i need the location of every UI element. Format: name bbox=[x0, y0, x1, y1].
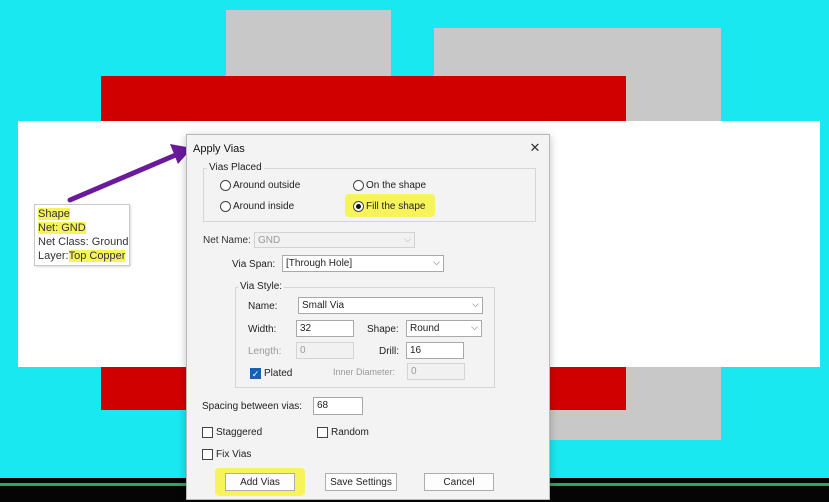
plated-checkbox[interactable]: ✓ bbox=[250, 368, 261, 379]
net-name-label: Net Name: bbox=[203, 235, 251, 246]
add-vias-button[interactable]: Add Vias bbox=[225, 473, 295, 491]
radio-around-outside-label[interactable]: Around outside bbox=[233, 180, 300, 191]
length-input: 0 bbox=[296, 342, 354, 359]
shape-value: Round bbox=[410, 323, 440, 334]
radio-fill-the-shape[interactable] bbox=[353, 201, 364, 212]
radio-around-inside[interactable] bbox=[220, 201, 231, 212]
staggered-label[interactable]: Staggered bbox=[216, 427, 262, 438]
shape-label: Shape: bbox=[367, 324, 399, 335]
net-name-value: GND bbox=[258, 235, 281, 246]
cancel-button[interactable]: Cancel bbox=[424, 473, 494, 491]
via-span-label: Via Span: bbox=[232, 259, 276, 270]
length-label: Length: bbox=[248, 346, 282, 357]
spacing-input[interactable]: 68 bbox=[313, 397, 363, 415]
radio-around-outside[interactable] bbox=[220, 180, 231, 191]
via-name-value: Small Via bbox=[302, 300, 345, 311]
plated-label[interactable]: Plated bbox=[264, 368, 292, 379]
chevron-down-icon: ⌵ bbox=[404, 234, 411, 244]
shape-select[interactable]: Round ⌵ bbox=[406, 320, 482, 337]
tooltip-layer-label: Layer: bbox=[38, 250, 69, 262]
via-name-select[interactable]: Small Via ⌵ bbox=[298, 297, 483, 314]
inner-diameter-input: 0 bbox=[407, 363, 465, 380]
radio-fill-the-shape-label[interactable]: Fill the shape bbox=[366, 201, 425, 212]
annotation-arrow-icon bbox=[67, 144, 192, 203]
close-icon[interactable]: ✕ bbox=[527, 140, 543, 156]
tooltip-net-class: Net Class: Ground bbox=[38, 236, 129, 248]
tooltip-net: Net: GND bbox=[38, 222, 86, 234]
fix-vias-label[interactable]: Fix Vias bbox=[216, 449, 251, 460]
via-span-value: [Through Hole] bbox=[286, 258, 353, 269]
chevron-down-icon: ⌵ bbox=[472, 299, 479, 309]
apply-vias-dialog: Apply Vias ✕ Vias Placed Around outside … bbox=[186, 134, 550, 500]
chevron-down-icon: ⌵ bbox=[471, 322, 478, 332]
spacing-label: Spacing between vias: bbox=[202, 401, 303, 412]
net-name-select: GND ⌵ bbox=[254, 232, 415, 248]
random-label[interactable]: Random bbox=[331, 427, 369, 438]
staggered-checkbox[interactable] bbox=[202, 427, 213, 438]
tooltip-layer-value: Top Copper bbox=[68, 250, 126, 262]
radio-on-the-shape[interactable] bbox=[353, 180, 364, 191]
via-span-select[interactable]: [Through Hole] ⌵ bbox=[282, 255, 444, 272]
radio-around-inside-label[interactable]: Around inside bbox=[233, 201, 294, 212]
drill-input[interactable]: 16 bbox=[406, 342, 464, 359]
radio-on-the-shape-label[interactable]: On the shape bbox=[366, 180, 426, 191]
via-style-legend: Via Style: bbox=[238, 281, 285, 292]
fix-vias-checkbox[interactable] bbox=[202, 449, 213, 460]
drill-label: Drill: bbox=[379, 346, 399, 357]
dialog-title: Apply Vias bbox=[193, 143, 245, 155]
width-input[interactable]: 32 bbox=[296, 320, 354, 337]
chevron-down-icon: ⌵ bbox=[433, 257, 440, 267]
via-name-label: Name: bbox=[248, 301, 278, 312]
width-label: Width: bbox=[248, 324, 277, 335]
inner-diameter-label: Inner Diameter: bbox=[333, 367, 396, 377]
random-checkbox[interactable] bbox=[317, 427, 328, 438]
vias-placed-legend: Vias Placed bbox=[207, 162, 264, 173]
save-settings-button[interactable]: Save Settings bbox=[325, 473, 397, 491]
